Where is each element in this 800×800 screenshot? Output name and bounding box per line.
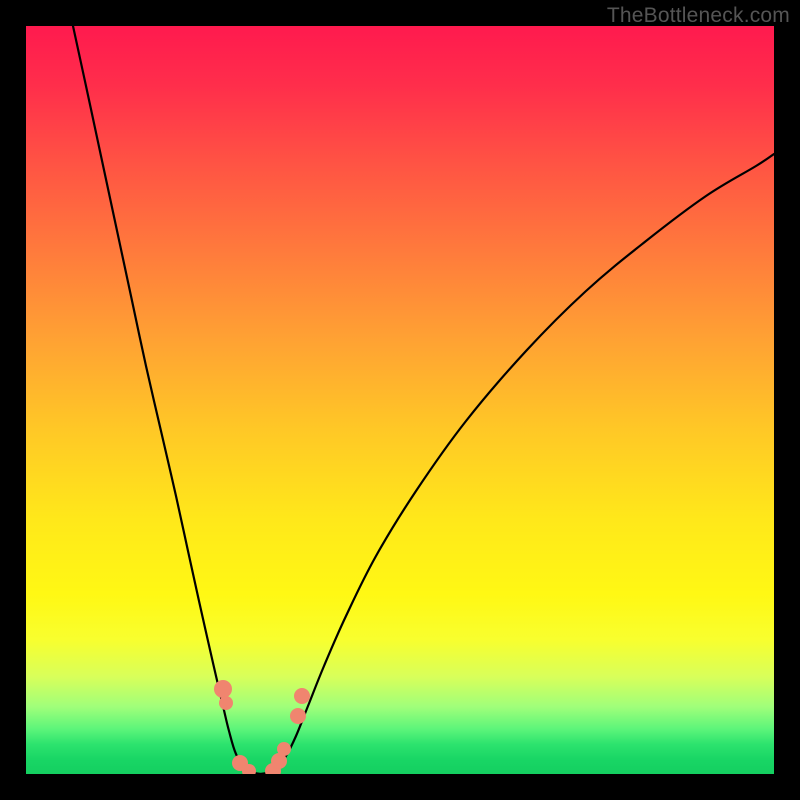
marker-dot [214, 680, 232, 698]
chart-frame: TheBottleneck.com [0, 0, 800, 800]
marker-dot [277, 742, 291, 756]
watermark-text: TheBottleneck.com [607, 4, 790, 28]
marker-dot [290, 708, 306, 724]
marker-dot [219, 696, 233, 710]
curve-left-branch [73, 26, 261, 774]
curve-right-branch [261, 154, 774, 774]
marker-dot [294, 688, 310, 704]
plot-area [26, 26, 774, 774]
curve-svg [26, 26, 774, 774]
